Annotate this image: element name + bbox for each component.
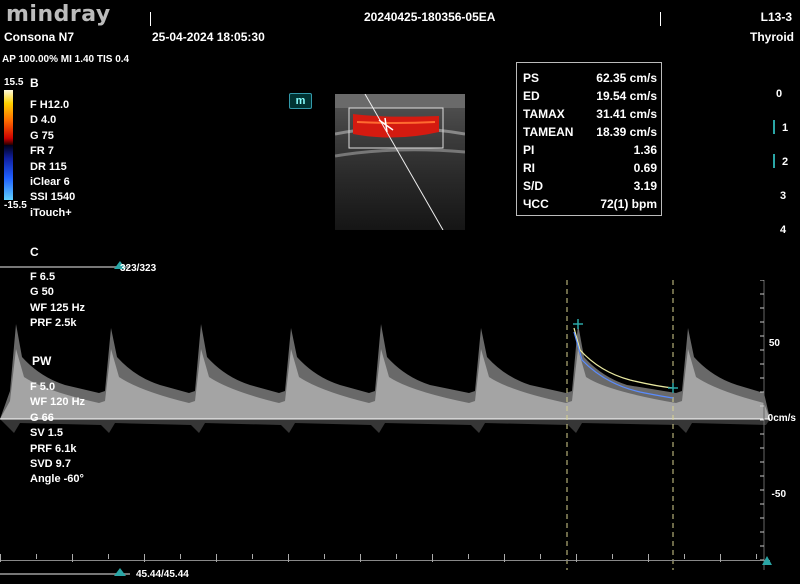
bmode-param: iTouch+	[30, 206, 72, 219]
measurement-panel: PS 62.35 cm/s ED 19.54 cm/s TAMAX 31.41 …	[516, 62, 662, 216]
caliper-cross-icon[interactable]	[573, 319, 583, 329]
exam-datetime: 25-04-2024 18:05:30	[152, 30, 265, 44]
color-frame-slider[interactable]	[0, 266, 130, 268]
depth-tick-label: 3	[780, 190, 787, 202]
acoustic-output: AP 100.00% MI 1.40 TIS 0.4	[2, 54, 130, 65]
pw-param: SV 1.5	[30, 427, 64, 440]
color-velocity-bar	[4, 90, 13, 200]
depth-tick-label: 0	[776, 88, 783, 100]
pw-param: G 66	[30, 411, 54, 424]
spectral-doppler-display	[0, 280, 770, 570]
pw-param: Angle -60°	[30, 473, 84, 486]
exam-preset: Thyroid	[750, 30, 794, 44]
depth-scale: 0 1 2 3 4	[762, 88, 788, 238]
measurement-value: 1.36	[633, 143, 657, 157]
bmode-param: D 4.0	[30, 114, 57, 127]
pw-param: F 5.0	[30, 381, 56, 393]
bmode-params: F H12.0 D 4.0 G 75 FR 7 DR 115 iClear 6 …	[30, 98, 75, 221]
measurement-label: TAMEAN	[523, 125, 574, 139]
vessel-image	[335, 94, 465, 230]
measurement-value: 3.19	[633, 179, 657, 193]
time-axis-ticks	[0, 554, 770, 562]
m-mode-icon[interactable]: m	[289, 93, 312, 109]
measurement-label: S/D	[523, 179, 544, 193]
spectral-waveform	[0, 324, 770, 433]
pw-param: PRF 6.1k	[30, 442, 77, 455]
bmode-param: FR 7	[30, 145, 54, 158]
pw-frame-counter: 45.44/45.44	[136, 569, 189, 580]
velocity-scale-bottom: -50	[771, 489, 786, 500]
bmode-param: iClear 6	[30, 176, 70, 189]
velocity-scale-zero: 0cm/s	[767, 413, 796, 424]
measurement-label: RI	[523, 161, 535, 175]
device-model: Consona N7	[4, 30, 75, 44]
measurement-label: ЧСС	[523, 197, 549, 211]
header-divider	[660, 12, 661, 26]
measurement-value: 18.39 cm/s	[596, 125, 657, 139]
frame-slider-handle-icon[interactable]	[114, 568, 126, 576]
pw-frame-slider[interactable]	[0, 573, 130, 575]
pw-mode-label: PW	[32, 354, 52, 368]
measurement-value: 0.69	[633, 161, 657, 175]
depth-tick-label: 2	[782, 156, 789, 168]
measurement-label: PI	[523, 143, 535, 157]
color-mode-label: C	[30, 245, 39, 259]
measurement-value: 72(1) bpm	[600, 197, 657, 211]
pw-param: WF 120 Hz	[30, 396, 86, 409]
caliper-cross-icon[interactable]	[668, 383, 678, 393]
focus-marker[interactable]	[773, 154, 775, 168]
measurement-value: 62.35 cm/s	[596, 71, 657, 85]
exam-id: 20240425-180356-05EA	[364, 10, 496, 24]
focus-marker[interactable]	[773, 120, 775, 134]
measurement-label: PS	[523, 71, 540, 85]
velocity-scale-top: 50	[768, 338, 780, 349]
color-frame-counter: 323/323	[120, 263, 157, 274]
probe-name: L13-3	[760, 10, 792, 24]
bmode-label: B	[30, 76, 39, 90]
measurement-label: TAMAX	[523, 107, 565, 121]
header-divider	[150, 12, 151, 26]
bmode-param: G 75	[30, 129, 54, 142]
bmode-param: SSI 1540	[30, 191, 76, 204]
measurement-label: ED	[523, 89, 540, 103]
pw-param: SVD 9.7	[30, 458, 71, 471]
colorbar-max: 15.5	[4, 77, 24, 88]
bmode-thumbnail	[335, 94, 465, 230]
bmode-param: DR 115	[30, 160, 67, 173]
measurement-value: 31.41 cm/s	[596, 107, 657, 121]
depth-tick-label: 1	[782, 122, 789, 134]
bmode-param: F H12.0	[30, 99, 70, 111]
velocity-axis-ticks	[760, 280, 764, 561]
colorbar-min: -15.5	[4, 200, 27, 211]
measurement-value: 19.54 cm/s	[596, 89, 657, 103]
depth-tick-label: 4	[780, 224, 787, 236]
brand-logo: mindray	[6, 2, 111, 27]
sweep-marker-icon	[762, 556, 772, 565]
pw-params: F 5.0 WF 120 Hz G 66 SV 1.5 PRF 6.1k SVD…	[30, 380, 85, 488]
